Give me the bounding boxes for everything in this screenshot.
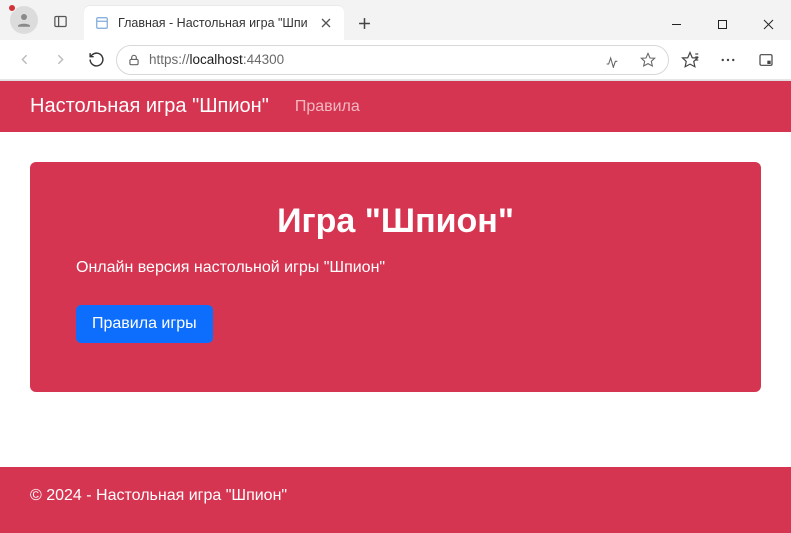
nav-link-rules[interactable]: Правила [295, 98, 360, 116]
url-text: https://localhost:44300 [149, 52, 590, 67]
new-tab-button[interactable] [350, 8, 380, 38]
footer-text: © 2024 - Настольная игра "Шпион" [30, 487, 287, 504]
rules-button[interactable]: Правила игры [76, 305, 213, 343]
site-footer: © 2024 - Настольная игра "Шпион" [0, 467, 791, 533]
forward-button[interactable] [44, 44, 76, 76]
site-header: Настольная игра "Шпион" Правила [0, 81, 791, 132]
tab-strip: Главная - Настольная игра "Шпи [0, 0, 791, 40]
toolbar: https://localhost:44300 [0, 40, 791, 80]
browser-chrome: Главная - Настольная игра "Шпи [0, 0, 791, 81]
lead-text: Онлайн версия настольной игры "Шпион" [76, 259, 715, 277]
tab-actions-button[interactable] [44, 6, 76, 36]
page-title: Игра "Шпион" [76, 202, 715, 241]
browser-tab[interactable]: Главная - Настольная игра "Шпи [84, 6, 344, 40]
refresh-button[interactable] [80, 44, 112, 76]
lock-icon [127, 53, 141, 67]
url-host: localhost [190, 52, 243, 67]
favorites-list-button[interactable] [673, 44, 707, 76]
main-content: Игра "Шпион" Онлайн версия настольной иг… [0, 132, 791, 467]
sidebar-toggle-button[interactable] [749, 44, 783, 76]
web-page: Настольная игра "Шпион" Правила Игра "Шп… [0, 81, 791, 533]
url-scheme: https:// [149, 52, 190, 67]
back-button[interactable] [8, 44, 40, 76]
favorite-button[interactable] [634, 47, 662, 73]
window-maximize-button[interactable] [699, 8, 745, 40]
read-aloud-button[interactable] [598, 47, 626, 73]
tab-favicon-icon [94, 15, 110, 31]
window-close-button[interactable] [745, 8, 791, 40]
window-controls [653, 8, 791, 40]
site-brand[interactable]: Настольная игра "Шпион" [30, 95, 269, 118]
more-button[interactable] [711, 44, 745, 76]
jumbotron: Игра "Шпион" Онлайн версия настольной иг… [30, 162, 761, 392]
tab-close-button[interactable] [316, 13, 336, 33]
tab-title: Главная - Настольная игра "Шпи [118, 16, 308, 30]
profile-button[interactable] [10, 6, 38, 34]
url-port: :44300 [243, 52, 284, 67]
address-bar[interactable]: https://localhost:44300 [116, 45, 669, 75]
notification-dot-icon [8, 4, 16, 12]
window-minimize-button[interactable] [653, 8, 699, 40]
